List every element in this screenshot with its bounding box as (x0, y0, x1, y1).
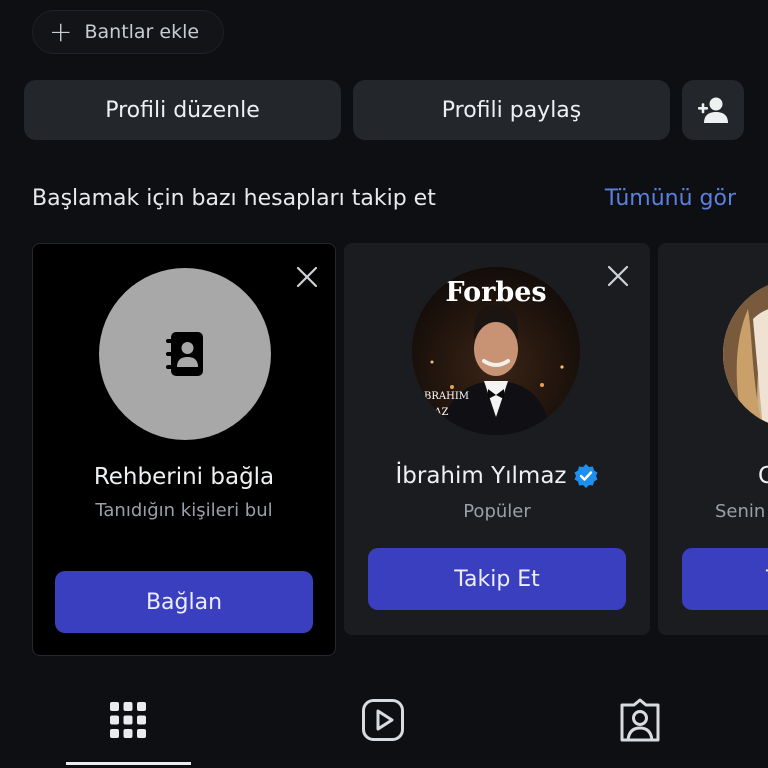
reels-icon (362, 699, 404, 741)
partial-subtitle: Senin (715, 501, 766, 522)
close-icon[interactable] (294, 264, 320, 290)
person-name: İbrahim Yılmaz (395, 463, 567, 489)
suggested-account-card-partial: G Senin T (658, 243, 768, 635)
tab-posts[interactable] (102, 694, 154, 746)
suggested-account-card: Forbes BRAHIM MAZ İbrahim Yılmaz Popüler… (344, 243, 650, 635)
follow-button-label: Takip Et (454, 566, 540, 592)
share-profile-label: Profili paylaş (441, 97, 582, 123)
person-name-row: İbrahim Yılmaz (344, 463, 650, 489)
profile-photo[interactable]: Forbes BRAHIM MAZ (412, 267, 580, 435)
svg-text:MAZ: MAZ (424, 407, 448, 418)
connect-button-label: Bağlan (145, 589, 223, 615)
partial-name: G (758, 463, 768, 489)
connect-contacts-card: Rehberini bağla Tanıdığın kişileri bul B… (32, 243, 336, 656)
edit-profile-button[interactable]: Profili düzenle (24, 80, 341, 140)
svg-text:BRAHIM: BRAHIM (424, 391, 469, 402)
tagged-icon (620, 698, 660, 742)
add-bands-label: Bantlar ekle (84, 21, 200, 43)
follow-button[interactable]: Takip Et (368, 548, 626, 610)
connect-button[interactable]: Bağlan (55, 571, 313, 633)
tab-tagged[interactable] (614, 694, 666, 746)
suggestions-title: Başlamak için bazı hesapları takip et (32, 186, 436, 211)
address-book-icon (166, 332, 203, 376)
edit-profile-label: Profili düzenle (105, 97, 260, 123)
grid-icon (110, 702, 146, 738)
verified-badge-icon (574, 464, 598, 488)
plus-icon: + (49, 15, 73, 48)
share-profile-button[interactable]: Profili paylaş (353, 80, 670, 140)
profile-photo-image: Forbes BRAHIM MAZ (412, 267, 580, 435)
svg-text:Forbes: Forbes (445, 277, 546, 308)
tab-reels[interactable] (357, 694, 409, 746)
active-tab-indicator (66, 762, 191, 765)
add-person-icon (698, 97, 728, 123)
person-subtitle: Popüler (463, 501, 531, 522)
profile-photo-partial-image (723, 279, 768, 429)
profile-photo-partial[interactable] (723, 279, 768, 429)
add-friend-button[interactable] (682, 80, 744, 140)
add-bands-chip[interactable]: + Bantlar ekle (32, 10, 224, 54)
close-icon[interactable] (605, 263, 631, 289)
see-all-link[interactable]: Tümünü gör (605, 186, 736, 211)
contacts-card-title: Rehberini bağla (93, 464, 275, 490)
contacts-avatar (99, 268, 271, 440)
contacts-card-subtitle: Tanıdığın kişileri bul (95, 500, 273, 521)
follow-button-partial[interactable]: T (682, 548, 768, 610)
